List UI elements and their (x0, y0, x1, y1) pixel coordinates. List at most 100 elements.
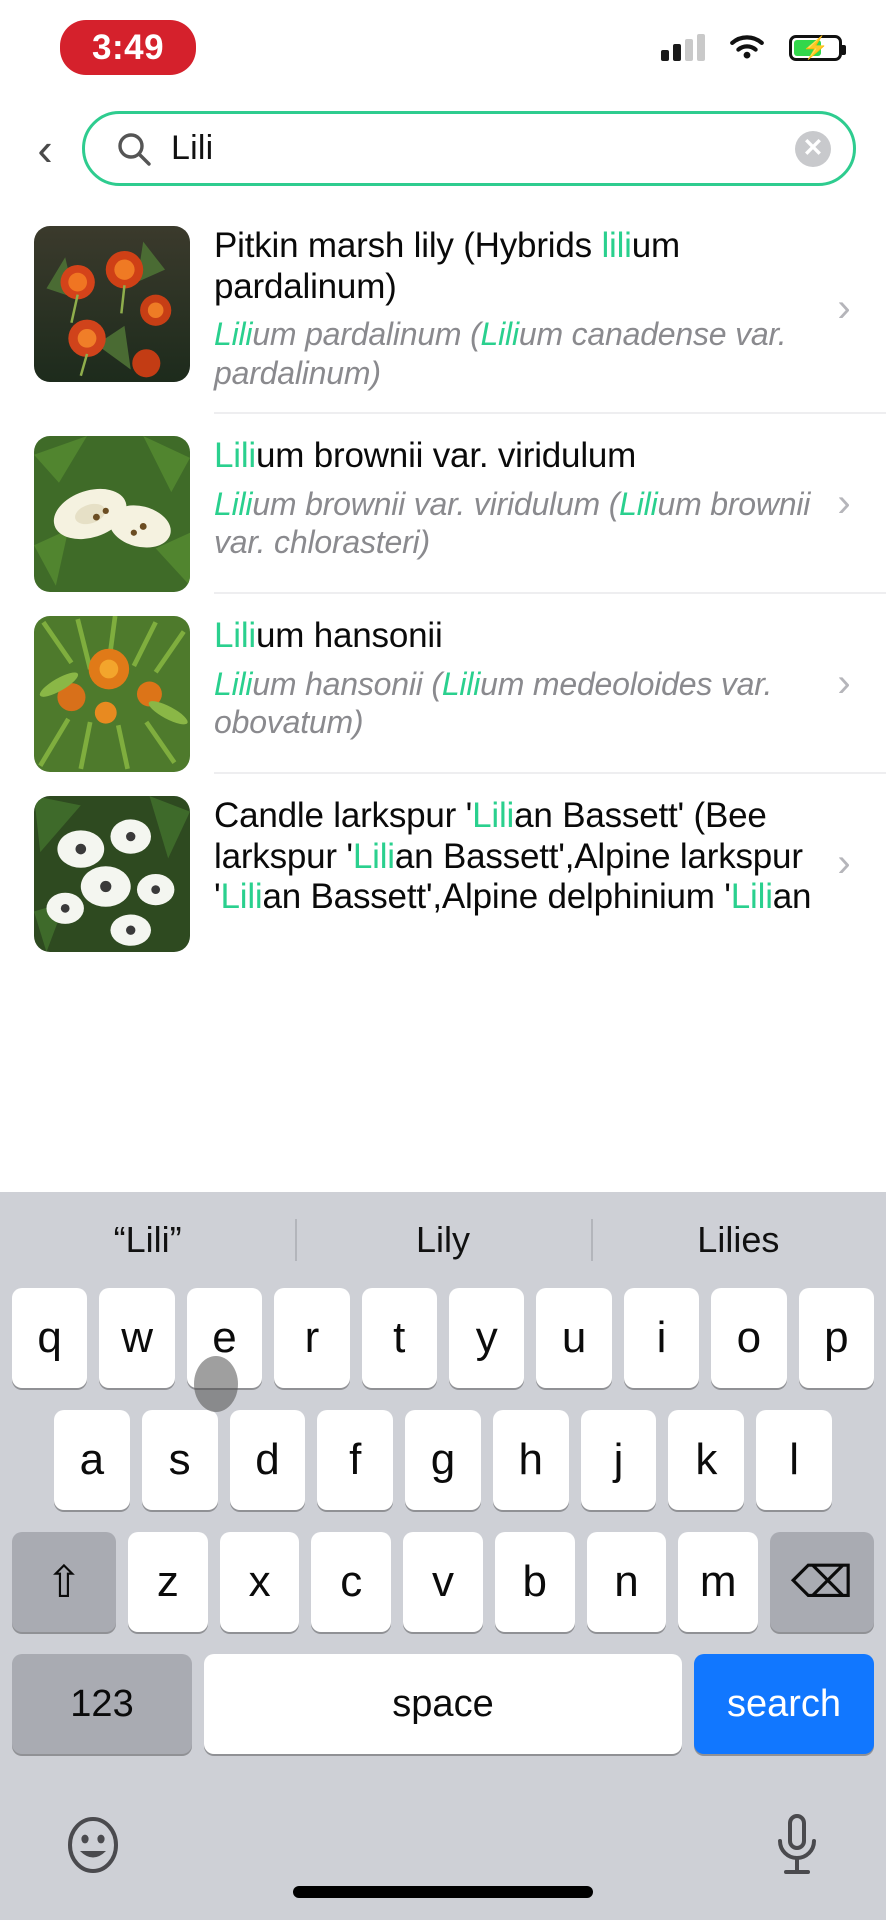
keyboard-suggestion[interactable]: Lilies (590, 1213, 886, 1267)
result-disclosure-chevron[interactable]: › (818, 483, 870, 523)
key-e[interactable]: e (186, 1288, 263, 1388)
plain-text: Candle larkspur ' (214, 795, 473, 835)
key-l[interactable]: l (756, 1410, 833, 1510)
result-title: Candle larkspur 'Lilian Bassett' (Bee la… (214, 796, 818, 918)
key-space[interactable]: space (204, 1654, 682, 1754)
key-numbers[interactable]: 123 (12, 1654, 192, 1754)
microphone-icon[interactable] (770, 1811, 824, 1879)
status-time: 3:49 (60, 20, 197, 75)
result-thumbnail (34, 615, 190, 772)
key-d[interactable]: d (229, 1410, 306, 1510)
status-bar: 3:49 ⚡ (0, 0, 886, 95)
result-title: Lilium hansonii (214, 616, 818, 657)
key-a[interactable]: a (53, 1410, 130, 1510)
match-highlight: Lili (472, 795, 515, 835)
plain-text: Pitkin marsh lily (Hybrids (214, 226, 602, 265)
match-highlight: Lili (214, 316, 253, 353)
result-subtitle: Lilium brownii var. viridulum (Lilium br… (214, 485, 818, 562)
key-p[interactable]: p (798, 1288, 875, 1388)
clear-search-icon[interactable]: ✕ (795, 130, 831, 167)
key-c[interactable]: c (311, 1532, 392, 1632)
match-highlight: Lili (619, 485, 658, 522)
key-i[interactable]: i (623, 1288, 700, 1388)
key-r[interactable]: r (274, 1288, 350, 1388)
key-t[interactable]: t (361, 1288, 437, 1388)
key-b[interactable]: b (494, 1532, 575, 1632)
result-thumbnail (34, 795, 190, 952)
plain-text: um pardalinum ( (252, 316, 481, 353)
shift-key-icon[interactable]: ⇧ (11, 1532, 116, 1632)
match-highlight: Lili (441, 665, 481, 702)
search-result-row[interactable]: Candle larkspur 'Lilian Bassett' (Bee la… (0, 774, 886, 952)
plain-text: um hansonii ( (252, 665, 442, 702)
match-highlight: Lili (214, 665, 253, 702)
result-text: Lilium hansonii Lilium hansonii (Lilium m… (214, 594, 818, 761)
result-text: Pitkin marsh lily (Hybrids lili um pardal… (214, 204, 818, 412)
result-disclosure-chevron[interactable]: › (818, 288, 870, 328)
cellular-signal-icon (661, 33, 705, 61)
status-icons: ⚡ (661, 33, 846, 63)
match-highlight: Lili (214, 615, 256, 655)
back-button[interactable]: ‹ (22, 121, 68, 177)
onscreen-keyboard: “Lili” Lily Lilies qwertyuiop asdfghjkl ⇧ z… (0, 1192, 886, 1920)
key-j[interactable]: j (580, 1410, 657, 1510)
key-q[interactable]: q (11, 1288, 88, 1388)
result-disclosure-chevron[interactable]: › (818, 663, 870, 703)
plain-text: an Bassett',Alpine delphinium ' (262, 877, 731, 917)
result-text: Candle larkspur 'Lilian Bassett' (Bee la… (214, 774, 818, 938)
search-result-row[interactable]: Lilium brownii var. viridulum Lilium brow… (0, 414, 886, 592)
result-subtitle: Lilium pardalinum (Lilium canadense var.… (214, 315, 818, 392)
key-search-return[interactable]: search (694, 1654, 874, 1754)
result-title: Pitkin marsh lily (Hybrids lilium pardal… (214, 226, 818, 307)
key-x[interactable]: x (219, 1532, 300, 1632)
key-v[interactable]: v (403, 1532, 483, 1632)
match-highlight: Lili (220, 877, 263, 917)
wifi-icon (730, 34, 764, 58)
result-subtitle: Lilium hansonii (Lilium medeoloides var.… (214, 665, 818, 742)
suggestion-bar: “Lili” Lily Lilies (0, 1192, 886, 1288)
result-thumbnail (34, 226, 190, 382)
keyboard-suggestion[interactable]: Lily (295, 1213, 590, 1267)
emoji-smiley-icon[interactable] (62, 1814, 124, 1876)
key-k[interactable]: k (668, 1410, 745, 1510)
key-z[interactable]: z (127, 1532, 208, 1632)
search-result-row[interactable]: Pitkin marsh lily (Hybrids lili um pardal… (0, 204, 886, 412)
match-highlight: Lili (730, 877, 773, 917)
keyboard-row-1: qwertyuiop (10, 1288, 876, 1412)
search-field[interactable]: Lili ✕ (82, 111, 856, 186)
delete-key-icon[interactable]: ⌫ (770, 1532, 875, 1632)
key-w[interactable]: w (99, 1288, 175, 1388)
key-o[interactable]: o (711, 1288, 787, 1388)
keyboard-row-4: 123 space search (10, 1654, 876, 1754)
battery-charging-icon: ⚡ (789, 34, 846, 61)
key-u[interactable]: u (536, 1288, 612, 1388)
key-n[interactable]: n (586, 1532, 667, 1632)
key-f[interactable]: f (317, 1410, 394, 1510)
match-highlight: lili (601, 226, 632, 265)
search-input[interactable]: Lili (171, 129, 777, 168)
key-g[interactable]: g (405, 1410, 481, 1510)
result-title: Lilium brownii var. viridulum (214, 436, 818, 477)
search-results-list: Pitkin marsh lily (Hybrids lili um pardal… (0, 204, 886, 952)
plain-text: um brownii var. viridulum (256, 435, 637, 475)
plain-text: um brownii var. viridulum ( (252, 485, 620, 522)
match-highlight: Lili (352, 836, 395, 876)
search-icon (118, 132, 151, 166)
key-y[interactable]: y (449, 1288, 525, 1388)
keyboard-row-3: ⇧ z x c v b n m ⌫ (10, 1532, 876, 1632)
result-text: Lilium brownii var. viridulum Lilium brow… (214, 414, 818, 581)
home-indicator (293, 1886, 593, 1898)
keyboard-row-2: asdfghjkl (10, 1410, 876, 1510)
result-disclosure-chevron[interactable]: › (818, 843, 870, 883)
key-h[interactable]: h (492, 1410, 569, 1510)
key-s[interactable]: s (141, 1410, 218, 1510)
result-thumbnail (34, 435, 190, 592)
match-highlight: Lili (214, 485, 253, 522)
match-highlight: Lili (480, 316, 520, 353)
search-header: ‹ Lili ✕ (0, 95, 886, 204)
match-highlight: Lili (214, 435, 256, 475)
key-m[interactable]: m (678, 1532, 759, 1632)
plain-text: um hansonii (256, 615, 443, 655)
search-result-row[interactable]: Lilium hansonii Lilium hansonii (Lilium m… (0, 594, 886, 772)
keyboard-suggestion[interactable]: “Lili” (0, 1213, 295, 1267)
